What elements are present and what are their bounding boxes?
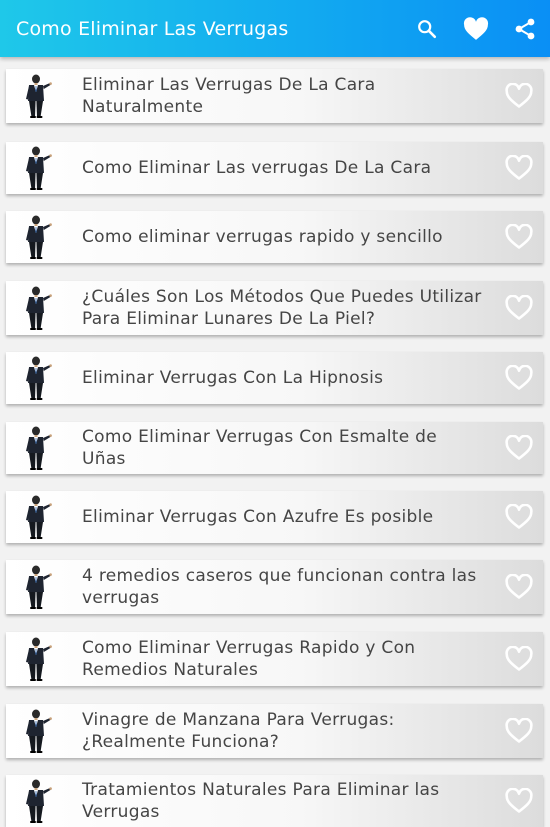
favorite-heart-icon[interactable] xyxy=(505,435,533,461)
businessman-icon xyxy=(26,215,52,259)
article-card-9[interactable]: Como Eliminar Verrugas Rapido y Con Reme… xyxy=(6,632,543,686)
article-card-1[interactable]: Eliminar Las Verrugas De La Cara Natural… xyxy=(6,69,543,123)
favorite-heart-icon[interactable] xyxy=(505,504,533,530)
share-icon xyxy=(515,18,535,40)
businessman-icon xyxy=(26,356,52,400)
article-title: Como Eliminar Verrugas Con Esmalte de Uñ… xyxy=(82,427,438,469)
article-title: Eliminar Las Verrugas De La Cara Natural… xyxy=(82,75,376,117)
article-card-3[interactable]: Como eliminar verrugas rapido y sencillo xyxy=(6,211,543,263)
article-card-11[interactable]: Tratamientos Naturales Para Eliminar las… xyxy=(6,775,543,827)
businessman-icon xyxy=(26,146,52,190)
share-button[interactable] xyxy=(508,12,542,46)
businessman-icon xyxy=(26,779,52,823)
businessman-icon xyxy=(26,286,52,330)
favorite-heart-icon[interactable] xyxy=(505,718,533,744)
article-card-6[interactable]: Como Eliminar Verrugas Con Esmalte de Uñ… xyxy=(6,422,543,474)
favorite-heart-icon[interactable] xyxy=(505,83,533,109)
favorite-heart-icon[interactable] xyxy=(505,295,533,321)
favorite-heart-icon[interactable] xyxy=(505,788,533,814)
article-title: Tratamientos Naturales Para Eliminar las… xyxy=(82,780,440,822)
article-card-2[interactable]: Como Eliminar Las verrugas De La Cara xyxy=(6,142,543,194)
article-card-8[interactable]: 4 remedios caseros que funcionan contra … xyxy=(6,560,543,614)
businessman-icon xyxy=(26,709,52,753)
article-title: 4 remedios caseros que funcionan contra … xyxy=(82,566,477,608)
favorite-heart-icon[interactable] xyxy=(505,224,533,250)
article-title: Eliminar Verrugas Con Azufre Es posible xyxy=(82,507,434,527)
heart-icon xyxy=(463,17,489,40)
favorite-heart-icon[interactable] xyxy=(505,646,533,672)
article-title: Como eliminar verrugas rapido y sencillo xyxy=(82,227,443,247)
article-title: Como Eliminar Las verrugas De La Cara xyxy=(82,158,432,178)
article-title: ¿Cuáles Son Los Métodos Que Puedes Utili… xyxy=(82,287,482,329)
app-bar: Como Eliminar Las Verrugas xyxy=(0,0,550,57)
businessman-icon xyxy=(26,74,52,118)
article-card-10[interactable]: Vinagre de Manzana Para Verrugas: ¿Realm… xyxy=(6,704,543,758)
article-title: Eliminar Verrugas Con La Hipnosis xyxy=(82,368,384,388)
app-title: Como Eliminar Las Verrugas xyxy=(16,18,289,40)
businessman-icon xyxy=(26,495,52,539)
favorite-heart-icon[interactable] xyxy=(505,155,533,181)
search-button[interactable] xyxy=(410,12,444,46)
article-title: Vinagre de Manzana Para Verrugas: ¿Realm… xyxy=(82,710,395,752)
businessman-icon xyxy=(26,637,52,681)
favorites-button[interactable] xyxy=(459,12,493,46)
article-card-4[interactable]: ¿Cuáles Son Los Métodos Que Puedes Utili… xyxy=(6,281,543,335)
article-card-5[interactable]: Eliminar Verrugas Con La Hipnosis xyxy=(6,352,543,404)
search-icon xyxy=(418,20,437,39)
favorite-heart-icon[interactable] xyxy=(505,574,533,600)
article-title: Como Eliminar Verrugas Rapido y Con Reme… xyxy=(82,638,416,680)
businessman-icon xyxy=(26,565,52,609)
favorite-heart-icon[interactable] xyxy=(505,365,533,391)
businessman-icon xyxy=(26,426,52,470)
article-card-7[interactable]: Eliminar Verrugas Con Azufre Es posible xyxy=(6,491,543,543)
